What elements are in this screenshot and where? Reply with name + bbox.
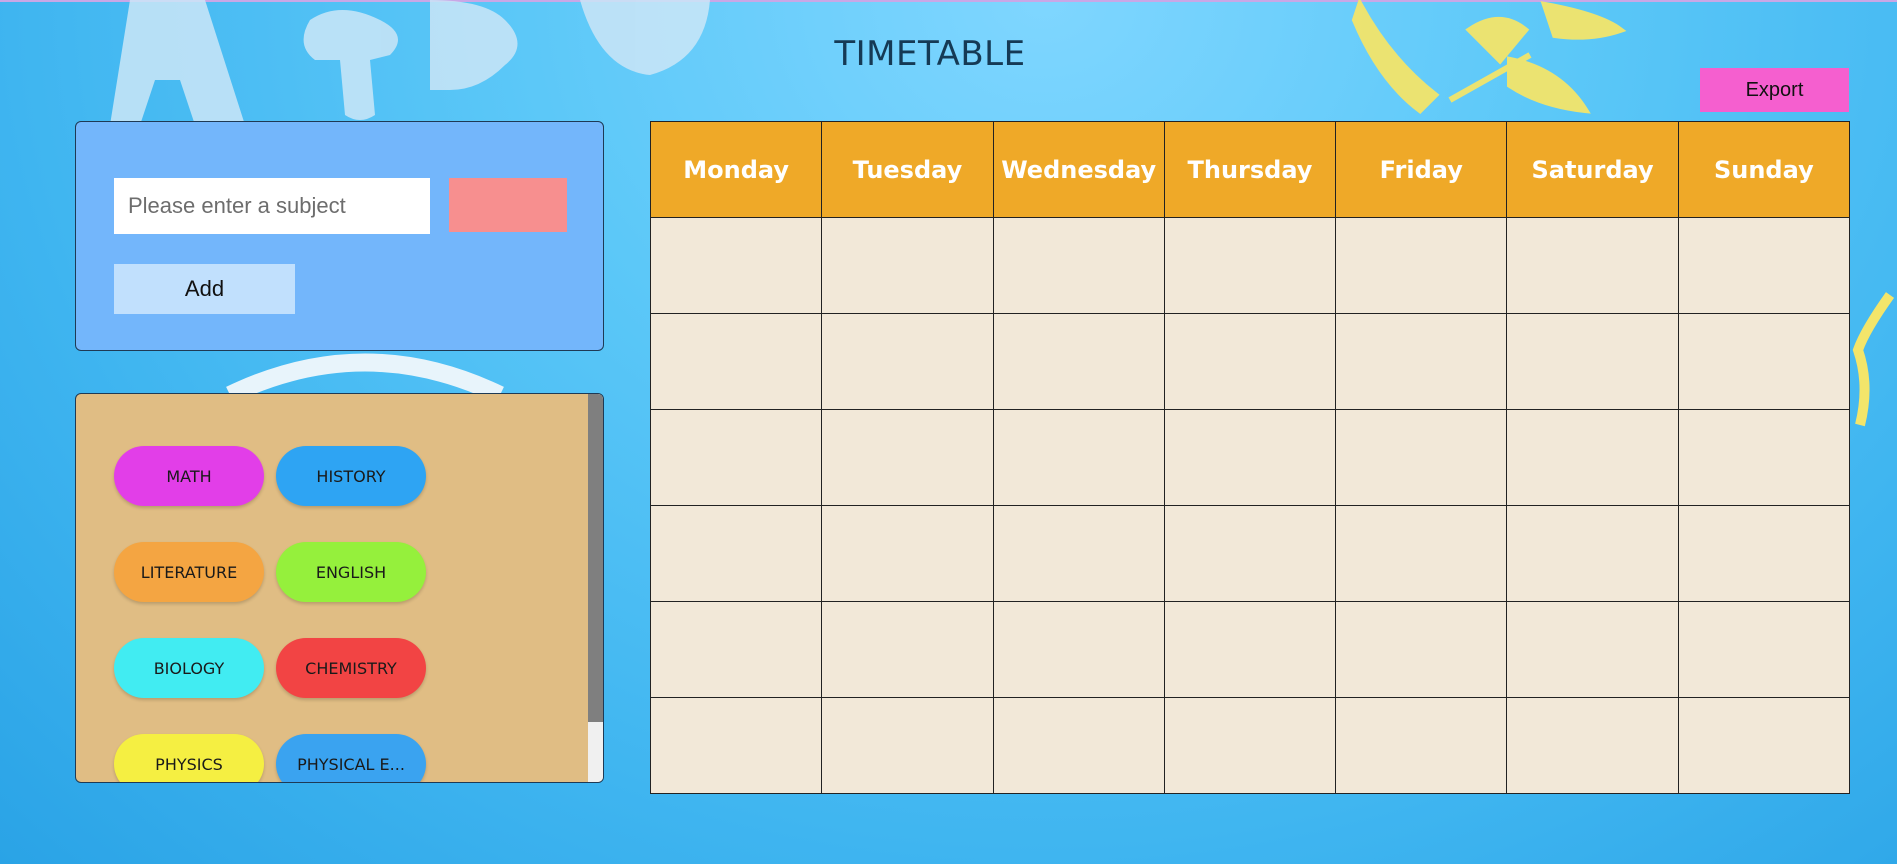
- timetable-cell[interactable]: [649, 505, 823, 602]
- timetable-cell[interactable]: [1335, 697, 1508, 794]
- timetable-cell[interactable]: [992, 505, 1165, 602]
- day-header-sunday: Sunday: [1677, 121, 1851, 218]
- subject-chip-label: ENGLISH: [315, 562, 387, 582]
- timetable-cell[interactable]: [1335, 313, 1508, 410]
- timetable-cell[interactable]: [1163, 409, 1337, 506]
- timetable-cell[interactable]: [1506, 601, 1679, 698]
- subject-chip-history[interactable]: HISTORY: [276, 446, 426, 506]
- subject-list-panel: MATH HISTORY LITERATURE ENGLISH BIOLOGY …: [75, 393, 604, 783]
- timetable-cell[interactable]: [649, 409, 823, 506]
- timetable-cell[interactable]: [992, 313, 1165, 410]
- timetable-cell[interactable]: [821, 697, 994, 794]
- timetable-cell[interactable]: [1506, 409, 1679, 506]
- subject-chip-literature[interactable]: LITERATURE: [114, 542, 264, 602]
- timetable-cell[interactable]: [1677, 601, 1851, 698]
- subject-chip-english[interactable]: ENGLISH: [276, 542, 426, 602]
- timetable-cell[interactable]: [1677, 217, 1851, 314]
- timetable-cell[interactable]: [1163, 601, 1337, 698]
- subject-chip-label: HISTORY: [316, 466, 386, 486]
- timetable-cell[interactable]: [992, 217, 1165, 314]
- timetable-cell[interactable]: [649, 217, 823, 314]
- subject-chip-label: MATH: [166, 466, 212, 486]
- timetable-body: [649, 217, 1851, 794]
- background-doodle-letters: [110, 0, 710, 125]
- timetable-cell[interactable]: [649, 697, 823, 794]
- timetable-cell[interactable]: [1335, 601, 1508, 698]
- timetable-cell[interactable]: [821, 313, 994, 410]
- subject-list-scrollbar[interactable]: [588, 394, 603, 782]
- timetable-cell[interactable]: [1335, 409, 1508, 506]
- subject-form-panel: Add: [75, 121, 604, 351]
- timetable-cell[interactable]: [821, 505, 994, 602]
- background-doodle-right: [1852, 292, 1895, 427]
- timetable-row: [649, 505, 1851, 602]
- add-subject-button[interactable]: Add: [114, 264, 295, 314]
- timetable-cell[interactable]: [649, 601, 823, 698]
- subject-chip-label: PHYSICS: [155, 754, 223, 774]
- subject-chip-physics[interactable]: PHYSICS: [114, 734, 264, 782]
- subject-chip-label: BIOLOGY: [153, 658, 225, 678]
- background-doodle-arc: [226, 353, 504, 395]
- timetable-cell[interactable]: [1506, 505, 1679, 602]
- timetable-cell[interactable]: [1163, 505, 1337, 602]
- day-header-saturday: Saturday: [1506, 121, 1679, 218]
- day-header-friday: Friday: [1335, 121, 1508, 218]
- color-picker-swatch[interactable]: [449, 178, 567, 232]
- day-header-monday: Monday: [649, 121, 823, 218]
- subject-chip-label: LITERATURE: [140, 562, 238, 582]
- timetable-cell[interactable]: [1677, 313, 1851, 410]
- export-button[interactable]: Export: [1700, 68, 1849, 112]
- subject-chip-physical-education[interactable]: PHYSICAL E...: [276, 734, 426, 782]
- timetable-grid: Monday Tuesday Wednesday Thursday Friday…: [649, 121, 1851, 794]
- timetable-cell[interactable]: [649, 313, 823, 410]
- timetable-cell[interactable]: [1163, 217, 1337, 314]
- subject-chip-biology[interactable]: BIOLOGY: [114, 638, 264, 698]
- timetable-cell[interactable]: [821, 409, 994, 506]
- subject-chip-chemistry[interactable]: CHEMISTRY: [276, 638, 426, 698]
- timetable-cell[interactable]: [821, 217, 994, 314]
- page-title: TIMETABLE: [834, 34, 1026, 74]
- scrollbar-thumb[interactable]: [588, 394, 603, 722]
- timetable-row: [649, 601, 1851, 698]
- timetable-cell[interactable]: [1677, 697, 1851, 794]
- top-border-line: [0, 0, 1897, 2]
- timetable-cell[interactable]: [1163, 313, 1337, 410]
- timetable-cell[interactable]: [992, 601, 1165, 698]
- subject-chip-math[interactable]: MATH: [114, 446, 264, 506]
- day-header-wednesday: Wednesday: [992, 121, 1165, 218]
- day-header-thursday: Thursday: [1163, 121, 1337, 218]
- timetable-cell[interactable]: [1677, 505, 1851, 602]
- subject-chip-label: PHYSICAL E...: [297, 754, 405, 774]
- background-doodle-sun: [1351, 0, 1627, 114]
- timetable-row: [649, 313, 1851, 410]
- timetable-row: [649, 697, 1851, 794]
- subject-input[interactable]: [114, 178, 430, 234]
- timetable-cell[interactable]: [821, 601, 994, 698]
- timetable-cell[interactable]: [992, 697, 1165, 794]
- subject-chip-label: CHEMISTRY: [305, 658, 397, 678]
- timetable-row: [649, 217, 1851, 314]
- timetable-cell[interactable]: [1335, 217, 1508, 314]
- timetable-cell[interactable]: [1506, 217, 1679, 314]
- timetable-cell[interactable]: [1506, 313, 1679, 410]
- timetable-cell[interactable]: [1506, 697, 1679, 794]
- timetable-cell[interactable]: [1163, 697, 1337, 794]
- timetable-cell[interactable]: [1677, 409, 1851, 506]
- timetable-row: [649, 409, 1851, 506]
- timetable-cell[interactable]: [1335, 505, 1508, 602]
- timetable-cell[interactable]: [992, 409, 1165, 506]
- day-header-tuesday: Tuesday: [821, 121, 994, 218]
- timetable-header-row: Monday Tuesday Wednesday Thursday Friday…: [649, 121, 1851, 218]
